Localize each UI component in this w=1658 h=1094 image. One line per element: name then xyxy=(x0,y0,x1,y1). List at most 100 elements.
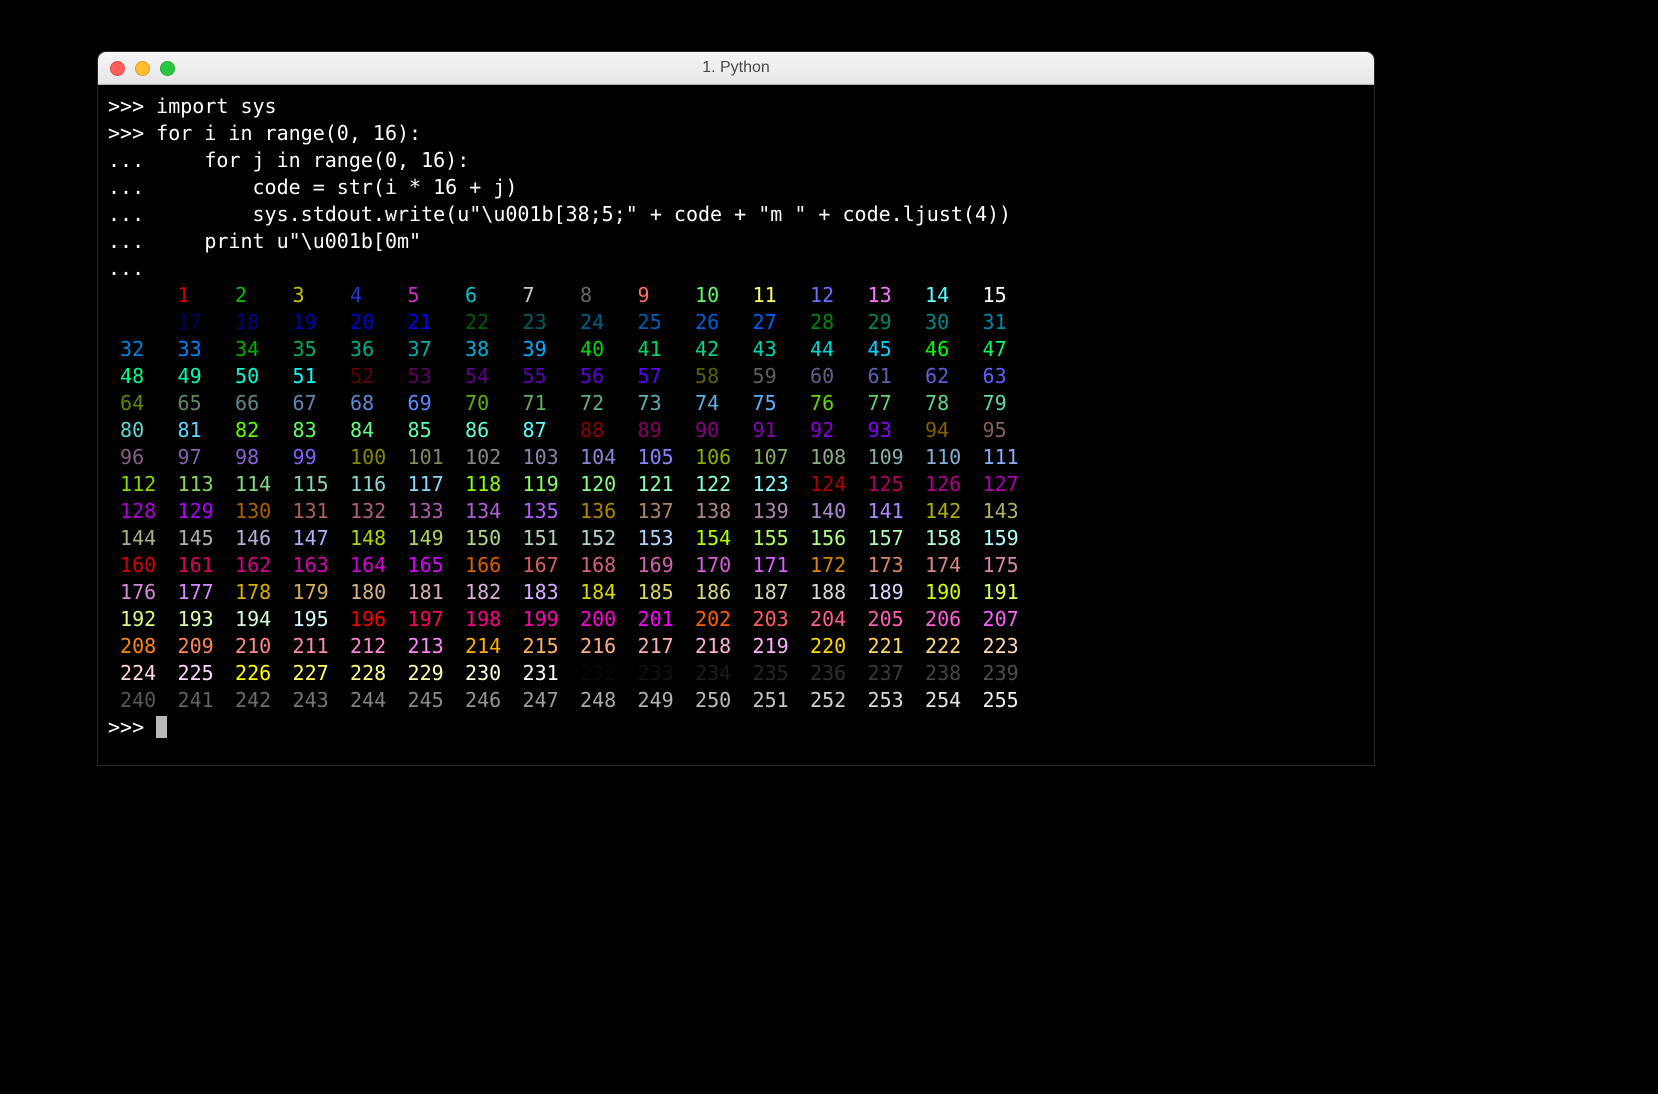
color-cell: 91 xyxy=(741,417,799,444)
repl-line: >>> for i in range(0, 16): xyxy=(108,120,1364,147)
color-cell: 141 xyxy=(856,498,914,525)
color-cell: 30 xyxy=(913,309,971,336)
color-cell: 52 xyxy=(338,363,396,390)
repl-line: ... xyxy=(108,255,1364,282)
color-cell: 61 xyxy=(856,363,914,390)
repl-prompt[interactable]: >>> xyxy=(108,714,1364,741)
color-cell: 92 xyxy=(798,417,856,444)
color-cell: 116 xyxy=(338,471,396,498)
color-cell: 95 xyxy=(971,417,1029,444)
color-cell: 98 xyxy=(223,444,281,471)
color-cell: 67 xyxy=(281,390,339,417)
color-cell: 189 xyxy=(856,579,914,606)
color-cell: 69 xyxy=(396,390,454,417)
color-cell: 49 xyxy=(166,363,224,390)
window-close-button[interactable] xyxy=(110,61,125,76)
color-cell: 63 xyxy=(971,363,1029,390)
color-cell: 155 xyxy=(741,525,799,552)
color-cell: 17 xyxy=(166,309,224,336)
color-cell: 58 xyxy=(683,363,741,390)
color-cell: 140 xyxy=(798,498,856,525)
color-cell: 203 xyxy=(741,606,799,633)
color-cell: 112 xyxy=(108,471,166,498)
color-cell: 229 xyxy=(396,660,454,687)
color-cell: 50 xyxy=(223,363,281,390)
color-cell: 47 xyxy=(971,336,1029,363)
color-cell: 19 xyxy=(281,309,339,336)
color-cell: 156 xyxy=(798,525,856,552)
color-cell: 28 xyxy=(798,309,856,336)
color-cell: 29 xyxy=(856,309,914,336)
color-cell: 171 xyxy=(741,552,799,579)
color-cell: 62 xyxy=(913,363,971,390)
color-cell: 119 xyxy=(511,471,569,498)
color-cell: 46 xyxy=(913,336,971,363)
color-cell: 24 xyxy=(568,309,626,336)
color-cell: 210 xyxy=(223,633,281,660)
grid-row: 192 193 194 195 196 197 198 199 200 201 … xyxy=(108,606,1364,633)
color-cell: 146 xyxy=(223,525,281,552)
color-cell: 187 xyxy=(741,579,799,606)
color-cell: 118 xyxy=(453,471,511,498)
color-cell: 39 xyxy=(511,336,569,363)
color-cell: 88 xyxy=(568,417,626,444)
color-cell: 241 xyxy=(166,687,224,714)
grid-row: 32 33 34 35 36 37 38 39 40 41 42 43 44 4… xyxy=(108,336,1364,363)
color-cell: 201 xyxy=(626,606,684,633)
color-cell: 167 xyxy=(511,552,569,579)
color-cell: 240 xyxy=(108,687,166,714)
color-cell: 227 xyxy=(281,660,339,687)
color-cell: 130 xyxy=(223,498,281,525)
color-cell: 76 xyxy=(798,390,856,417)
color-cell: 126 xyxy=(913,471,971,498)
color-cell: 182 xyxy=(453,579,511,606)
color-cell: 81 xyxy=(166,417,224,444)
color-cell: 149 xyxy=(396,525,454,552)
color-cell: 27 xyxy=(741,309,799,336)
color-cell: 74 xyxy=(683,390,741,417)
color-cell: 14 xyxy=(913,282,971,309)
color-cell: 4 xyxy=(338,282,396,309)
color-cell: 94 xyxy=(913,417,971,444)
color-cell: 99 xyxy=(281,444,339,471)
color-cell: 186 xyxy=(683,579,741,606)
color-cell: 65 xyxy=(166,390,224,417)
color-cell: 172 xyxy=(798,552,856,579)
color-cell: 245 xyxy=(396,687,454,714)
color-cell: 54 xyxy=(453,363,511,390)
color-cell: 101 xyxy=(396,444,454,471)
color-cell: 23 xyxy=(511,309,569,336)
color-cell: 103 xyxy=(511,444,569,471)
color-cell: 232 xyxy=(568,660,626,687)
color-cell: 183 xyxy=(511,579,569,606)
color-cell: 138 xyxy=(683,498,741,525)
color-cell: 177 xyxy=(166,579,224,606)
color-cell: 178 xyxy=(223,579,281,606)
color-cell: 31 xyxy=(971,309,1029,336)
color-cell: 64 xyxy=(108,390,166,417)
color-cell: 144 xyxy=(108,525,166,552)
color-cell: 125 xyxy=(856,471,914,498)
color-cell: 117 xyxy=(396,471,454,498)
window-maximize-button[interactable] xyxy=(160,61,175,76)
color-cell: 107 xyxy=(741,444,799,471)
color-cell: 105 xyxy=(626,444,684,471)
color-cell: 200 xyxy=(568,606,626,633)
color-cell: 224 xyxy=(108,660,166,687)
color-cell: 205 xyxy=(856,606,914,633)
terminal-body[interactable]: >>> import sys>>> for i in range(0, 16):… xyxy=(98,85,1374,765)
color-cell: 12 xyxy=(798,282,856,309)
color-cell: 212 xyxy=(338,633,396,660)
color-cell: 134 xyxy=(453,498,511,525)
window-minimize-button[interactable] xyxy=(135,61,150,76)
color-cell: 79 xyxy=(971,390,1029,417)
color-cell: 170 xyxy=(683,552,741,579)
grid-row: 208 209 210 211 212 213 214 215 216 217 … xyxy=(108,633,1364,660)
color-cell: 41 xyxy=(626,336,684,363)
color-cell: 72 xyxy=(568,390,626,417)
color-cell: 151 xyxy=(511,525,569,552)
color-cell: 100 xyxy=(338,444,396,471)
grid-row: 112 113 114 115 116 117 118 119 120 121 … xyxy=(108,471,1364,498)
color-cell: 165 xyxy=(396,552,454,579)
color-cell: 38 xyxy=(453,336,511,363)
